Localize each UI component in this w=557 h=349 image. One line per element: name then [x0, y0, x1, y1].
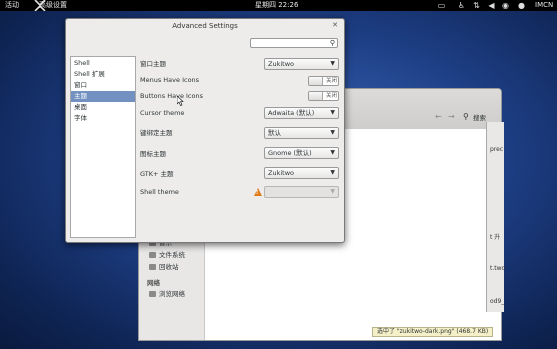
- warning-mark-icon: !: [256, 190, 259, 196]
- icon-theme-value: Gnome (默认): [268, 149, 312, 157]
- sidebar-item-browse-network[interactable]: 浏览网络: [149, 289, 185, 299]
- window-theme-label: 窗口主题: [140, 60, 166, 68]
- gtk-theme-combo[interactable]: Zukitwo ▼: [264, 167, 339, 179]
- partial-text: od9_: [490, 298, 505, 305]
- dropdown-arrow-icon: ▼: [330, 109, 335, 116]
- menus-have-icons-switch[interactable]: 关闭: [308, 76, 339, 86]
- partial-background-window: prec t 升 t.two od9_: [486, 122, 506, 312]
- dropdown-arrow-icon: ▼: [330, 149, 335, 156]
- search-icon[interactable]: ⚲: [463, 112, 469, 121]
- switch-knob: [309, 77, 323, 85]
- sidebar-item-filesystem[interactable]: 文件系统: [149, 250, 185, 260]
- search-input[interactable]: ⚲: [250, 38, 338, 48]
- category-desktop[interactable]: 桌面: [71, 102, 135, 113]
- category-fonts[interactable]: 字体: [71, 113, 135, 124]
- icon-theme-combo[interactable]: Gnome (默认) ▼: [264, 147, 339, 159]
- keybinding-theme-value: 默认: [268, 129, 281, 137]
- close-icon[interactable]: ✕: [332, 21, 338, 29]
- search-icon: ⚲: [329, 39, 335, 47]
- category-shell[interactable]: Shell: [71, 58, 135, 69]
- forward-icon[interactable]: →: [448, 112, 455, 121]
- shell-theme-label: Shell theme: [140, 188, 179, 196]
- category-shell-extensions[interactable]: Shell 扩展: [71, 69, 135, 80]
- mouse-cursor-icon: [177, 96, 184, 106]
- activities-button[interactable]: 活动: [5, 1, 19, 10]
- advanced-settings-dialog: Advanced Settings ✕ ⚲ Shell Shell 扩展 窗口 …: [65, 18, 345, 243]
- app-menu[interactable]: 高级设置: [39, 1, 67, 10]
- category-theme[interactable]: 主题: [71, 91, 135, 102]
- dropdown-arrow-icon: ▼: [330, 129, 335, 136]
- window-theme-value: Zukitwo: [268, 60, 294, 68]
- buttons-have-icons-switch[interactable]: 关闭: [308, 91, 339, 101]
- search-button-label[interactable]: 搜索: [473, 112, 486, 122]
- partial-text: prec: [490, 146, 504, 153]
- input-method-indicator[interactable]: IMCN: [535, 1, 553, 10]
- dialog-title: Advanced Settings: [172, 22, 238, 30]
- category-windows[interactable]: 窗口: [71, 80, 135, 91]
- network-folder-icon: [149, 291, 156, 297]
- icon-theme-label: 图标主题: [140, 150, 166, 158]
- window-theme-combo[interactable]: Zukitwo ▼: [264, 58, 339, 70]
- display-icon[interactable]: ▭: [437, 1, 446, 10]
- drive-icon: [149, 252, 156, 258]
- keybinding-theme-label: 键绑定主题: [140, 129, 173, 137]
- cursor-theme-value: Adwaita (默认): [268, 109, 315, 117]
- cursor-theme-label: Cursor theme: [140, 109, 185, 117]
- gtk-theme-value: Zukitwo: [268, 169, 294, 177]
- switch-state: 关闭: [325, 78, 337, 84]
- menus-have-icons-label: Menus Have Icons: [140, 76, 200, 84]
- accessibility-icon[interactable]: ♿: [457, 1, 466, 10]
- switch-knob: [309, 92, 323, 100]
- sidebar-header-network: 网络: [147, 279, 160, 287]
- dropdown-arrow-icon: ▼: [330, 169, 335, 176]
- top-bar: 活动 高级设置 星期四 22:26 ▭ ♿ ⇅ ◀ ◉ ● IMCN: [0, 0, 557, 11]
- sidebar-item-trash[interactable]: 回收站: [149, 262, 179, 272]
- volume-icon[interactable]: ◀: [487, 1, 496, 10]
- cursor-theme-combo[interactable]: Adwaita (默认) ▼: [264, 107, 339, 119]
- partial-text: t.two: [490, 265, 506, 272]
- shell-theme-combo: ▼: [264, 186, 339, 198]
- chat-icon[interactable]: ◉: [501, 1, 510, 10]
- network-icon[interactable]: ⇅: [472, 1, 481, 10]
- buttons-have-icons-label: Buttons Have Icons: [140, 92, 203, 100]
- dropdown-arrow-icon: ▼: [330, 188, 335, 195]
- keybinding-theme-combo[interactable]: 默认 ▼: [264, 127, 339, 139]
- gtk-theme-label: GTK+ 主题: [140, 170, 174, 178]
- back-icon[interactable]: ←: [435, 112, 442, 121]
- switch-state: 关闭: [325, 93, 337, 99]
- dropdown-arrow-icon: ▼: [330, 60, 335, 67]
- partial-text: t 升: [490, 234, 501, 241]
- selection-status: 选中了 "zukitwo-dark.png" (468.7 KB): [372, 327, 494, 337]
- category-list: Shell Shell 扩展 窗口 主题 桌面 字体: [70, 56, 136, 238]
- user-icon[interactable]: ●: [517, 1, 526, 10]
- trash-icon: [149, 264, 156, 270]
- clock[interactable]: 星期四 22:26: [255, 1, 298, 10]
